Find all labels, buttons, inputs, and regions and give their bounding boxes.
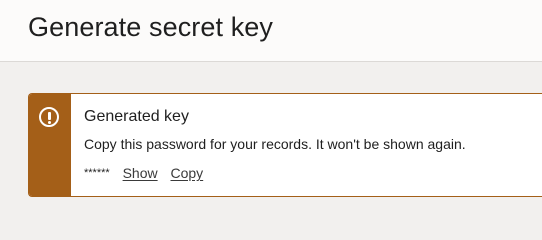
masked-key-value: ******: [84, 167, 110, 179]
copy-key-button[interactable]: Copy: [171, 165, 204, 181]
warning-icon: [39, 107, 59, 127]
banner-stripe: [29, 94, 71, 196]
banner-content: Generated key Copy this password for you…: [84, 94, 542, 196]
show-key-button[interactable]: Show: [123, 165, 158, 181]
banner-heading: Generated key: [84, 108, 189, 125]
page-title: Generate secret key: [28, 12, 274, 42]
banner-message: Copy this password for your records. It …: [84, 136, 466, 152]
generated-key-banner: Generated key Copy this password for you…: [28, 93, 542, 197]
key-row: ****** Show Copy: [84, 165, 203, 181]
page-header: Generate secret key: [0, 0, 542, 62]
